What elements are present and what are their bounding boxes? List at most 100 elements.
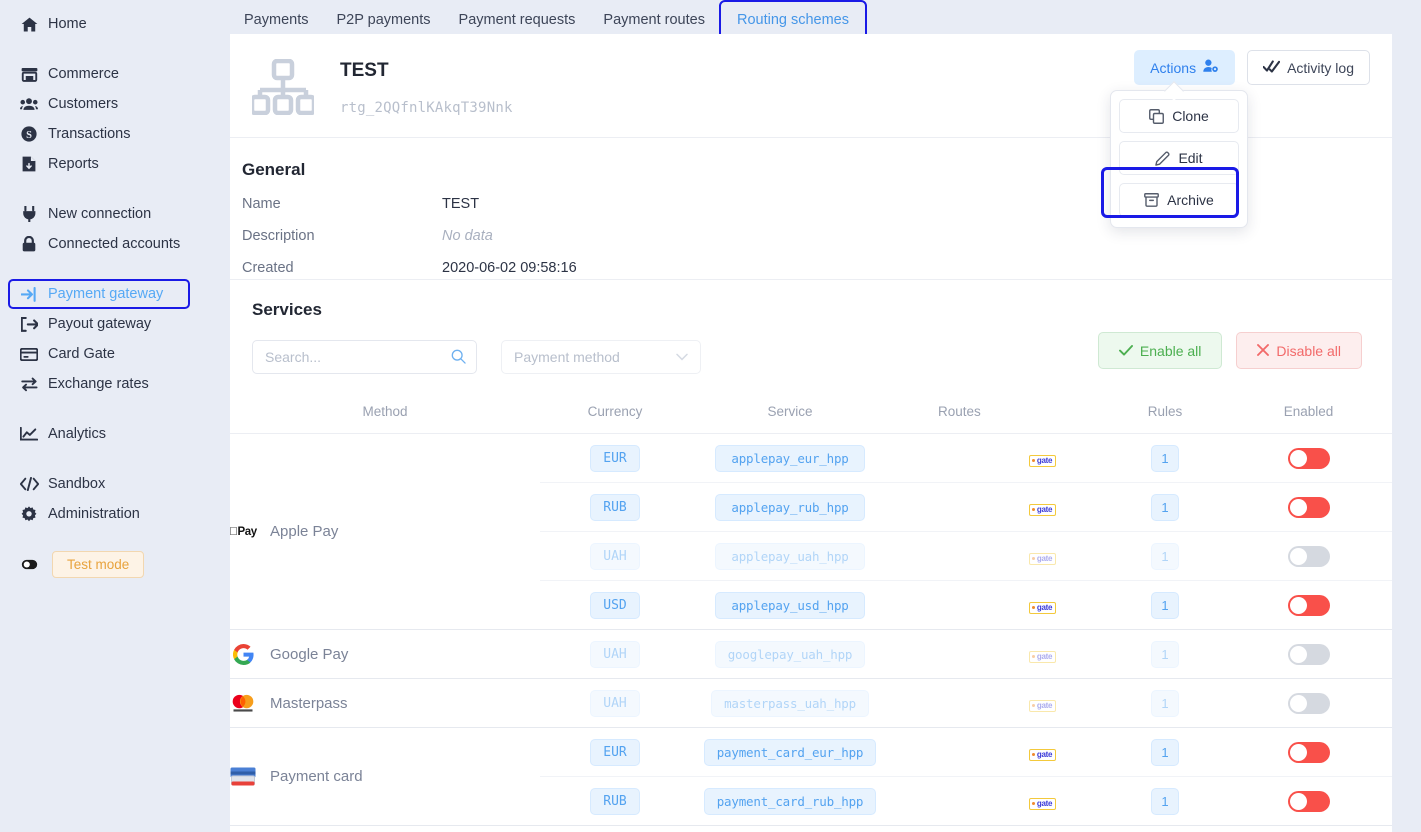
activity-log-button[interactable]: Activity log: [1247, 50, 1370, 85]
enabled-toggle[interactable]: [1287, 790, 1330, 812]
sidebar-item-home[interactable]: Home: [8, 9, 218, 39]
service-cell: payment_card_rub_hpp: [690, 776, 890, 826]
menu-item-clone[interactable]: Clone: [1119, 99, 1239, 133]
enabled-toggle[interactable]: [1287, 447, 1330, 469]
enabled-toggle[interactable]: [1287, 594, 1330, 616]
disable-all-button[interactable]: Disable all: [1236, 332, 1362, 369]
sidebar-item-transactions[interactable]: S Transactions: [8, 119, 218, 149]
currency-chip[interactable]: RUB: [590, 493, 640, 521]
currency-chip[interactable]: RUB: [590, 787, 640, 815]
enabled-toggle[interactable]: [1287, 741, 1330, 763]
enabled-cell: [1225, 727, 1392, 777]
table-row: PayApple PayEURapplepay_eur_hppgate1: [230, 433, 1392, 630]
menu-item-archive[interactable]: Archive: [1119, 183, 1239, 217]
search-box[interactable]: [252, 340, 477, 374]
service-chip[interactable]: googlepay_uah_hpp: [714, 640, 866, 668]
currency-chip[interactable]: UAH: [590, 542, 640, 570]
sidebar-item-analytics[interactable]: Analytics: [8, 419, 218, 449]
sidebar-item-payment-gateway[interactable]: Payment gateway: [8, 279, 190, 309]
test-mode-row[interactable]: Test mode: [0, 549, 230, 579]
enable-all-button[interactable]: Enable all: [1097, 332, 1223, 369]
currency-chip[interactable]: UAH: [590, 640, 640, 668]
route-gate-label: gate: [1036, 700, 1053, 710]
rules-chip[interactable]: 1: [1151, 444, 1179, 472]
currency-chip[interactable]: EUR: [590, 444, 640, 472]
actions-button[interactable]: Actions: [1134, 50, 1236, 85]
service-chip[interactable]: applepay_rub_hpp: [715, 493, 865, 521]
exchange-icon: [16, 377, 42, 392]
currency-chip[interactable]: USD: [590, 591, 640, 619]
plug-icon: [16, 206, 42, 222]
rules-cell: 1: [1105, 531, 1225, 581]
sidebar-item-administration[interactable]: Administration: [8, 499, 218, 529]
method-name: Google Pay: [270, 645, 349, 663]
sidebar-item-reports[interactable]: Reports: [8, 149, 218, 179]
sidebar-item-label: Sandbox: [48, 476, 106, 492]
sidebar-item-commerce[interactable]: Commerce: [8, 59, 218, 89]
currency-cell: RUB: [540, 776, 690, 826]
service-chip[interactable]: payment_card_eur_hpp: [703, 738, 877, 766]
enabled-toggle[interactable]: [1287, 496, 1330, 518]
search-input[interactable]: [253, 341, 476, 373]
enabled-toggle[interactable]: [1287, 545, 1330, 567]
sidebar-item-new-connection[interactable]: New connection: [8, 199, 218, 229]
general-row-label: Created: [242, 260, 294, 276]
sidebar-item-label: Home: [48, 16, 87, 32]
search-icon[interactable]: [451, 349, 466, 369]
route-gate-badge[interactable]: gate: [1028, 454, 1057, 467]
service-chip[interactable]: masterpass_uah_hpp: [711, 689, 869, 717]
enabled-cell: [1225, 433, 1392, 483]
menu-item-label: Edit: [1178, 150, 1203, 166]
header-buttons: Actions Activity log: [1134, 50, 1370, 85]
test-mode-badge: Test mode: [52, 550, 145, 578]
rules-chip[interactable]: 1: [1151, 787, 1179, 815]
route-gate-badge[interactable]: gate: [1028, 503, 1057, 516]
menu-item-edit[interactable]: Edit: [1119, 141, 1239, 175]
sidebar-item-exchange-rates[interactable]: Exchange rates: [8, 369, 218, 399]
cross-icon: [1257, 343, 1270, 359]
sidebar-item-payout-gateway[interactable]: Payout gateway: [8, 309, 218, 339]
sidebar-item-card-gate[interactable]: Card Gate: [8, 339, 218, 369]
routes-cell: gate: [890, 727, 1105, 777]
enabled-toggle[interactable]: [1287, 692, 1330, 714]
sidebar-group-separator: [0, 259, 230, 279]
rules-chip[interactable]: 1: [1151, 689, 1179, 717]
service-cell: masterpass_uah_hpp: [690, 678, 890, 728]
code-icon: [16, 477, 42, 491]
service-chip[interactable]: applepay_usd_hpp: [715, 591, 865, 619]
gate-dot-icon: [1031, 557, 1035, 560]
sidebar-item-sandbox[interactable]: Sandbox: [8, 469, 218, 499]
lock-icon: [16, 236, 42, 252]
route-gate-badge[interactable]: gate: [1028, 552, 1057, 565]
sitemap-icon: [249, 58, 317, 116]
sidebar-item-connected-accounts[interactable]: Connected accounts: [8, 229, 218, 259]
rules-chip[interactable]: 1: [1151, 738, 1179, 766]
rules-chip[interactable]: 1: [1151, 542, 1179, 570]
service-chip[interactable]: payment_card_rub_hpp: [703, 787, 877, 815]
currency-cell: UAH: [540, 531, 690, 581]
route-gate-badge[interactable]: gate: [1028, 601, 1057, 614]
sidebar-item-customers[interactable]: Customers: [8, 89, 218, 119]
route-gate-badge[interactable]: gate: [1028, 748, 1057, 761]
rules-chip[interactable]: 1: [1151, 493, 1179, 521]
route-gate-label: gate: [1036, 553, 1053, 563]
rules-chip[interactable]: 1: [1151, 640, 1179, 668]
route-gate-badge[interactable]: gate: [1028, 797, 1057, 810]
route-gate-badge[interactable]: gate: [1028, 699, 1057, 712]
currency-chip[interactable]: EUR: [590, 738, 640, 766]
chart-line-icon: [16, 427, 42, 441]
route-gate-badge[interactable]: gate: [1028, 650, 1057, 663]
routes-cell: gate: [890, 580, 1105, 630]
routes-cell: gate: [890, 433, 1105, 483]
rules-chip[interactable]: 1: [1151, 591, 1179, 619]
enabled-toggle[interactable]: [1287, 643, 1330, 665]
service-chip[interactable]: applepay_uah_hpp: [715, 542, 865, 570]
payment-method-select[interactable]: Payment method: [501, 340, 701, 374]
currency-chip[interactable]: UAH: [590, 689, 640, 717]
rules-cell: 1: [1105, 629, 1225, 679]
users-icon: [16, 97, 42, 111]
services-section: Services Payment method: [230, 280, 1392, 826]
service-cell: applepay_uah_hpp: [690, 531, 890, 581]
rules-cell: 1: [1105, 580, 1225, 630]
service-chip[interactable]: applepay_eur_hpp: [715, 444, 865, 472]
